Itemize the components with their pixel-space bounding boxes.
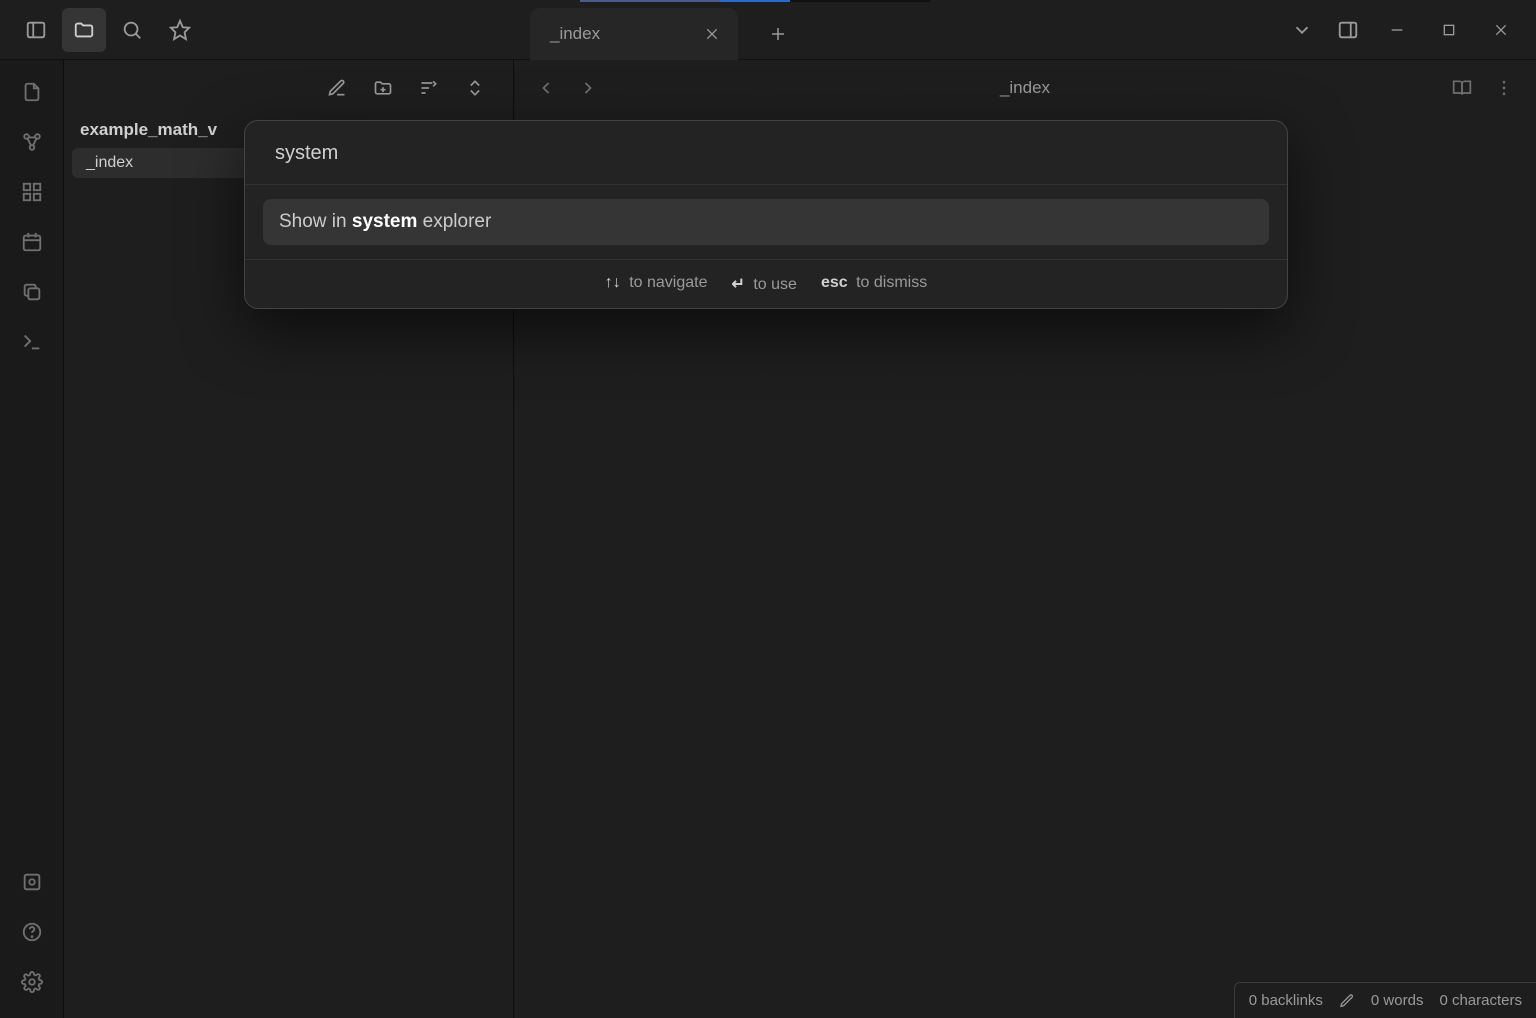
palette-hint-navigate: ↑↓ to navigate <box>605 274 708 294</box>
tab-close-button[interactable] <box>700 22 724 46</box>
ribbon-bottom <box>10 860 54 1004</box>
pencil-icon <box>1339 993 1355 1009</box>
book-icon <box>1452 78 1472 98</box>
palette-hint-dismiss: esc to dismiss <box>821 274 927 294</box>
command-palette: Show in system explorer ↑↓ to navigate ↵… <box>244 120 1288 309</box>
titlebar-left <box>0 8 202 52</box>
settings-button[interactable] <box>10 960 54 1004</box>
palette-input[interactable] <box>273 141 1259 166</box>
daily-note-button[interactable] <box>10 220 54 264</box>
hint-key: ↵ <box>732 276 745 293</box>
nav-back-button[interactable] <box>528 70 564 106</box>
window-maximize-button[interactable] <box>1424 10 1474 50</box>
canvas-button[interactable] <box>10 170 54 214</box>
help-button[interactable] <box>10 910 54 954</box>
new-tab-button[interactable] <box>758 14 798 54</box>
new-note-button[interactable] <box>317 68 357 108</box>
graph-icon <box>21 131 43 153</box>
hint-text: to dismiss <box>856 274 927 291</box>
titlebar-right <box>1280 8 1536 52</box>
bookmarks-button[interactable] <box>158 8 202 52</box>
chevron-down-icon <box>1291 19 1313 41</box>
vault-icon <box>21 871 43 893</box>
editor-title[interactable]: _index <box>612 78 1438 98</box>
hint-text: to navigate <box>629 274 707 291</box>
pen-square-icon <box>327 78 347 98</box>
hint-text: to use <box>753 276 797 293</box>
vault-button[interactable] <box>10 860 54 904</box>
file-arrow-icon <box>21 81 43 103</box>
sidebar-right-icon <box>1337 19 1359 41</box>
more-options-button[interactable] <box>1486 70 1522 106</box>
star-icon <box>169 19 191 41</box>
status-bar: 0 backlinks 0 words 0 characters <box>1234 982 1536 1018</box>
file-name: _index <box>86 154 133 171</box>
editor-header: _index <box>514 60 1536 116</box>
chevrons-up-down-icon <box>465 78 485 98</box>
more-vertical-icon <box>1494 78 1514 98</box>
window-close-button[interactable] <box>1476 10 1526 50</box>
tab-list-button[interactable] <box>1280 8 1324 52</box>
left-ribbon <box>0 60 64 1018</box>
status-edit-mode[interactable] <box>1339 993 1355 1009</box>
quick-switcher-button[interactable] <box>10 70 54 114</box>
help-icon <box>21 921 43 943</box>
right-sidebar-button[interactable] <box>1326 8 1370 52</box>
sidebar-toolbar <box>64 60 513 116</box>
palette-input-wrap <box>245 121 1287 185</box>
collapse-sidebar-button[interactable] <box>14 8 58 52</box>
nav-forward-button[interactable] <box>570 70 606 106</box>
close-icon <box>1493 22 1509 38</box>
templates-button[interactable] <box>10 270 54 314</box>
tab-index[interactable]: _index <box>530 8 738 60</box>
status-backlinks[interactable]: 0 backlinks <box>1249 992 1323 1009</box>
palette-results: Show in system explorer <box>245 185 1287 259</box>
graph-view-button[interactable] <box>10 120 54 164</box>
search-button[interactable] <box>110 8 154 52</box>
file-explorer-button[interactable] <box>62 8 106 52</box>
sort-button[interactable] <box>409 68 449 108</box>
palette-result-item[interactable]: Show in system explorer <box>263 199 1269 245</box>
status-characters[interactable]: 0 characters <box>1439 992 1522 1009</box>
palette-result-prefix: Show in <box>279 211 352 232</box>
titlebar: _index <box>0 0 1536 60</box>
palette-hint-use: ↵ to use <box>732 274 797 294</box>
editor-header-right <box>1444 70 1522 106</box>
arrow-right-icon <box>578 78 598 98</box>
gear-icon <box>21 971 43 993</box>
folder-icon <box>73 19 95 41</box>
plus-icon <box>769 25 787 43</box>
arrow-left-icon <box>536 78 556 98</box>
new-folder-button[interactable] <box>363 68 403 108</box>
tab-bar: _index <box>530 8 798 60</box>
grid-icon <box>21 181 43 203</box>
sort-icon <box>419 78 439 98</box>
command-palette-button[interactable] <box>10 320 54 364</box>
palette-result-suffix: explorer <box>417 211 491 232</box>
calendar-icon <box>21 231 43 253</box>
search-icon <box>121 19 143 41</box>
window-accent-strip <box>580 0 930 2</box>
copy-icon <box>21 281 43 303</box>
hint-key: ↑↓ <box>605 274 621 291</box>
palette-footer: ↑↓ to navigate ↵ to use esc to dismiss <box>245 259 1287 308</box>
sidebar-left-icon <box>25 19 47 41</box>
maximize-icon <box>1441 22 1457 38</box>
terminal-icon <box>21 331 43 353</box>
reading-mode-button[interactable] <box>1444 70 1480 106</box>
folder-plus-icon <box>373 78 393 98</box>
palette-result-match: system <box>352 211 418 232</box>
close-icon <box>704 26 720 42</box>
hint-key: esc <box>821 274 848 291</box>
status-words[interactable]: 0 words <box>1371 992 1424 1009</box>
minimize-icon <box>1389 22 1405 38</box>
collapse-button[interactable] <box>455 68 495 108</box>
tab-label: _index <box>550 24 600 44</box>
window-minimize-button[interactable] <box>1372 10 1422 50</box>
